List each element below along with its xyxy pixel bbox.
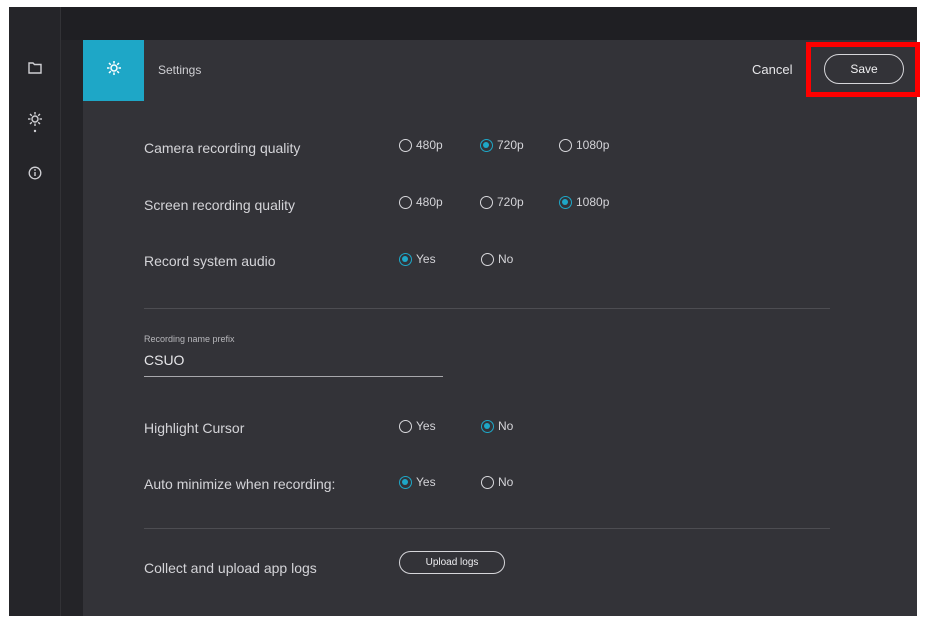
auto-minimize-label: Auto minimize when recording:: [144, 476, 336, 492]
radio-label: 1080p: [576, 138, 610, 152]
title-bar: [9, 7, 917, 40]
radio-label: Yes: [416, 252, 436, 266]
name-prefix-underline: [144, 376, 443, 377]
radio-label: 1080p: [576, 195, 610, 209]
save-button[interactable]: Save: [824, 54, 904, 84]
highlight-cursor-yes-radio[interactable]: Yes: [399, 419, 436, 433]
radio-circle: [399, 419, 412, 433]
camera-quality-label: Camera recording quality: [144, 140, 301, 156]
radio-circle: [481, 252, 494, 266]
settings-panel: Settings Cancel Save Camera recording qu…: [83, 40, 920, 616]
radio-circle-selected: [480, 138, 493, 152]
cancel-button[interactable]: Cancel: [752, 62, 792, 77]
screen-480p-radio[interactable]: 480p: [399, 195, 443, 209]
upload-logs-button[interactable]: Upload logs: [399, 551, 505, 574]
name-prefix-label: Recording name prefix: [144, 334, 235, 344]
gear-icon[interactable]: [25, 112, 45, 133]
highlight-cursor-no-radio[interactable]: No: [481, 419, 513, 433]
radio-label: 720p: [497, 195, 524, 209]
folder-icon[interactable]: [25, 58, 45, 78]
radio-circle: [481, 475, 494, 489]
radio-label: 480p: [416, 195, 443, 209]
auto-minimize-no-radio[interactable]: No: [481, 475, 513, 489]
camera-480p-radio[interactable]: 480p: [399, 138, 443, 152]
sidebar: [9, 7, 61, 616]
name-prefix-input[interactable]: CSUO: [144, 352, 184, 368]
radio-circle-selected: [559, 195, 572, 209]
screen-720p-radio[interactable]: 720p: [480, 195, 524, 209]
camera-720p-radio[interactable]: 720p: [480, 138, 524, 152]
app-window: Settings Cancel Save Camera recording qu…: [9, 7, 920, 616]
section-divider: [144, 528, 830, 529]
system-audio-label: Record system audio: [144, 253, 276, 269]
screen-1080p-radio[interactable]: 1080p: [559, 195, 609, 209]
system-audio-no-radio[interactable]: No: [481, 252, 513, 266]
info-icon[interactable]: [25, 163, 45, 183]
gear-icon: [106, 60, 122, 81]
system-audio-yes-radio[interactable]: Yes: [399, 252, 436, 266]
radio-circle: [559, 138, 572, 152]
section-divider: [144, 308, 830, 309]
radio-label: Yes: [416, 419, 436, 433]
radio-label: No: [498, 475, 514, 489]
radio-circle-selected: [399, 475, 412, 489]
page-title: Settings: [158, 63, 202, 77]
screen-quality-label: Screen recording quality: [144, 197, 295, 213]
radio-circle: [399, 138, 412, 152]
radio-circle: [480, 195, 493, 209]
logs-label: Collect and upload app logs: [144, 560, 317, 576]
radio-circle-selected: [481, 419, 494, 433]
camera-1080p-radio[interactable]: 1080p: [559, 138, 609, 152]
radio-label: No: [498, 252, 514, 266]
radio-label: 480p: [416, 138, 443, 152]
radio-label: No: [498, 419, 514, 433]
settings-badge: [83, 40, 144, 101]
radio-circle: [399, 195, 412, 209]
highlight-cursor-label: Highlight Cursor: [144, 420, 245, 436]
radio-label: Yes: [416, 475, 436, 489]
radio-circle-selected: [399, 252, 412, 266]
radio-label: 720p: [497, 138, 524, 152]
auto-minimize-yes-radio[interactable]: Yes: [399, 475, 436, 489]
